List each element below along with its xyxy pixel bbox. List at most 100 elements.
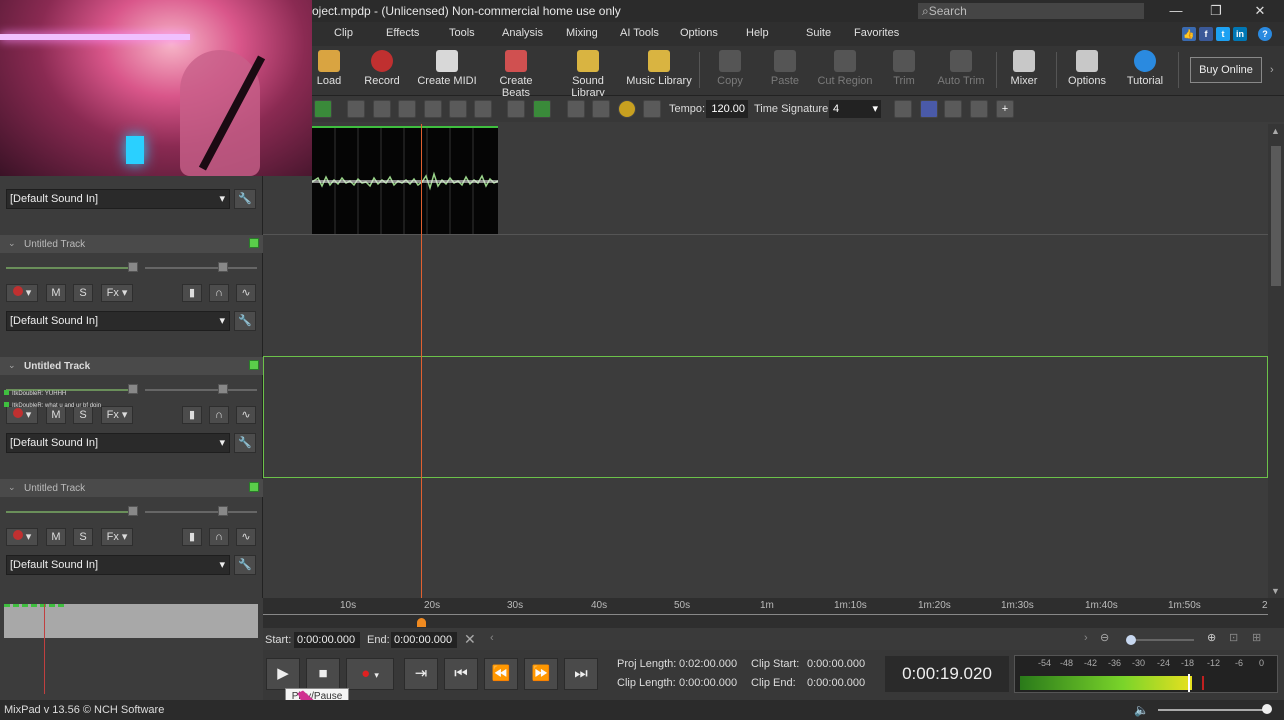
track-title[interactable]: Untitled Track — [24, 239, 85, 250]
search-input[interactable]: ⌕Search — [918, 3, 1144, 19]
buy-online-button[interactable]: Buy Online — [1190, 57, 1262, 83]
zoom-out-icon[interactable]: ⊖ — [1100, 631, 1109, 644]
headphones-icon[interactable]: ∩ — [209, 528, 229, 546]
auto-trim-button[interactable]: Auto Trim — [934, 50, 988, 92]
collapse-icon[interactable]: ⌄ — [8, 482, 16, 493]
go-end-button[interactable]: ⏭ — [564, 658, 598, 690]
selected-track-lane[interactable] — [263, 356, 1268, 478]
crossfade-icon[interactable] — [970, 100, 988, 118]
marker-icon[interactable] — [533, 100, 551, 118]
solo-button[interactable]: S — [73, 284, 93, 302]
automation-icon[interactable]: ∿ — [236, 528, 256, 546]
scroll-left-icon[interactable]: ‹ — [490, 632, 494, 644]
track-title[interactable]: Untitled Track — [24, 483, 85, 494]
monitor-icon[interactable] — [507, 100, 525, 118]
wrench-icon[interactable]: 🔧 — [234, 555, 256, 575]
track-add-icon[interactable] — [314, 100, 332, 118]
create-beats-button[interactable]: Create Beats — [484, 50, 548, 99]
pan-knob[interactable] — [218, 262, 228, 272]
project-overview[interactable] — [4, 604, 258, 638]
scroll-down-icon[interactable]: ▼ — [1271, 586, 1280, 596]
load-button[interactable]: Load — [312, 50, 346, 92]
like-icon[interactable]: 👍 — [1182, 27, 1196, 41]
zoom-slider[interactable] — [1130, 639, 1194, 641]
track-color-indicator[interactable] — [249, 238, 259, 248]
monitor-icon[interactable]: ▮ — [182, 528, 202, 546]
audio-clip[interactable] — [311, 126, 499, 234]
help-icon[interactable]: ? — [1258, 27, 1272, 41]
clear-range-icon[interactable]: ✕ — [464, 631, 476, 648]
sound-library-button[interactable]: Sound Library — [554, 50, 622, 99]
scrollbar-thumb[interactable] — [1271, 146, 1281, 286]
volume-knob[interactable] — [128, 262, 138, 272]
menu-tools[interactable]: Tools — [449, 27, 475, 39]
menu-mixing[interactable]: Mixing — [566, 27, 598, 39]
facebook-icon[interactable]: f — [1199, 27, 1213, 41]
linkedin-icon[interactable]: in — [1233, 27, 1247, 41]
automation-icon[interactable]: ∿ — [236, 284, 256, 302]
sound-in-select[interactable]: [Default Sound In] ▾ — [6, 189, 230, 209]
split-icon[interactable] — [347, 100, 365, 118]
pan-slider[interactable] — [145, 267, 257, 269]
play-button[interactable]: ▶ — [266, 658, 300, 690]
collapse-icon[interactable]: ⌄ — [8, 360, 16, 371]
wrench-icon[interactable]: 🔧 — [234, 311, 256, 331]
master-volume-knob[interactable] — [1262, 704, 1272, 714]
music-library-button[interactable]: Music Library — [626, 50, 692, 92]
grid-icon[interactable] — [398, 100, 416, 118]
minimize-icon[interactable]: — — [1166, 2, 1186, 20]
bars-icon[interactable] — [643, 100, 661, 118]
mixer-button[interactable]: Mixer — [1006, 50, 1042, 92]
fast-forward-button[interactable]: ⏩ — [524, 658, 558, 690]
playhead[interactable] — [421, 124, 422, 624]
fx-button[interactable]: Fx ▾ — [101, 528, 133, 546]
playhead-marker[interactable] — [417, 618, 426, 627]
sound-in-select[interactable]: [Default Sound In] ▾ — [6, 555, 230, 575]
menu-suite[interactable]: Suite — [806, 27, 831, 39]
fx-button[interactable]: Fx ▾ — [101, 406, 133, 424]
wrench-icon[interactable]: 🔧 — [234, 189, 256, 209]
track-title[interactable]: Untitled Track — [24, 361, 90, 372]
go-start-button[interactable]: ⏮ — [444, 658, 478, 690]
volume-slider[interactable] — [6, 511, 128, 513]
collapse-icon[interactable]: ⌄ — [8, 238, 16, 249]
headphones-icon[interactable]: ∩ — [209, 406, 229, 424]
volume-knob[interactable] — [128, 506, 138, 516]
scroll-up-icon[interactable]: ▲ — [1271, 126, 1280, 136]
automation-icon[interactable]: ∿ — [236, 406, 256, 424]
zoom-fit-icon[interactable] — [894, 100, 912, 118]
clip-icon[interactable] — [424, 100, 442, 118]
tempo-input[interactable]: 120.00 — [706, 100, 748, 118]
record-button-transport[interactable]: ● ▾ — [346, 658, 394, 690]
beat-icon[interactable] — [944, 100, 962, 118]
record-arm-button[interactable]: ▾ — [6, 284, 38, 302]
menu-options[interactable]: Options — [680, 27, 718, 39]
time-signature-select[interactable]: 4 ▾ — [829, 100, 881, 118]
effects-icon[interactable] — [592, 100, 610, 118]
add-icon[interactable]: + — [996, 100, 1014, 118]
twitter-icon[interactable]: t — [1216, 27, 1230, 41]
volume-slider[interactable] — [6, 267, 128, 269]
menu-favorites[interactable]: Favorites — [854, 27, 899, 39]
menu-ai-tools[interactable]: AI Tools — [620, 27, 659, 39]
chevron-right-icon[interactable]: › — [1270, 64, 1274, 76]
record-arm-button[interactable]: ▾ — [6, 528, 38, 546]
loop-play-button[interactable]: ⇥ — [404, 658, 438, 690]
solo-button[interactable]: S — [73, 528, 93, 546]
zoom-fit-icon[interactable]: ⊡ — [1229, 631, 1238, 644]
zoom-in-icon[interactable]: ⊕ — [1207, 631, 1216, 644]
mute-button[interactable]: M — [46, 528, 66, 546]
track-color-indicator[interactable] — [249, 360, 259, 370]
sound-in-select[interactable]: [Default Sound In] ▾ — [6, 311, 230, 331]
monitor-icon[interactable]: ▮ — [182, 406, 202, 424]
zoom-all-icon[interactable]: ⊞ — [1252, 631, 1261, 644]
pan-slider[interactable] — [145, 511, 257, 513]
color-icon[interactable] — [920, 100, 938, 118]
snap-icon[interactable] — [567, 100, 585, 118]
menu-analysis[interactable]: Analysis — [502, 27, 543, 39]
split-right-icon[interactable] — [373, 100, 391, 118]
headphones-icon[interactable]: ∩ — [209, 284, 229, 302]
menu-effects[interactable]: Effects — [386, 27, 419, 39]
pan-knob[interactable] — [218, 506, 228, 516]
cut-region-button[interactable]: Cut Region — [816, 50, 874, 92]
